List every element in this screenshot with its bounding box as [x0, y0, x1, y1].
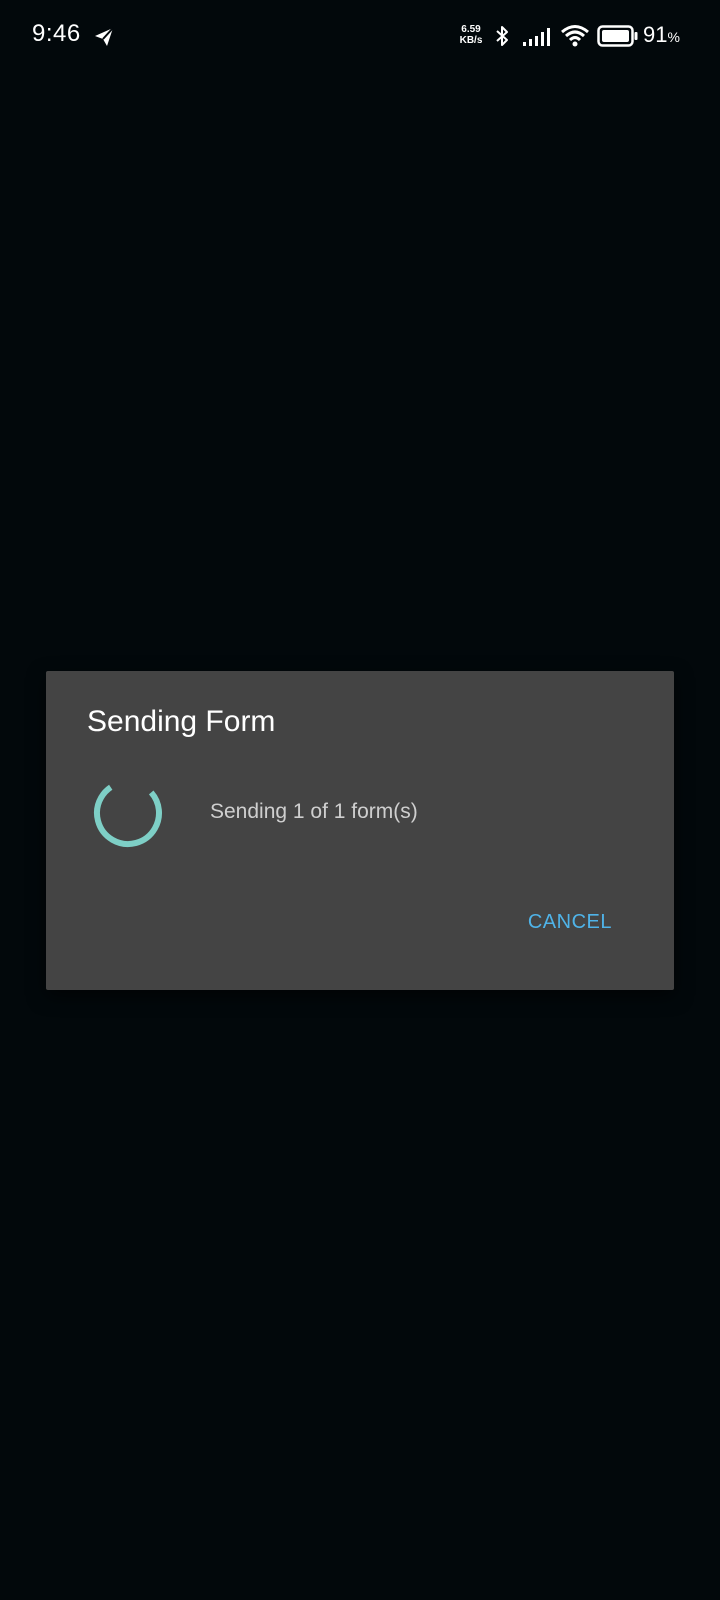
battery-icon	[597, 25, 638, 47]
dialog-title: Sending Form	[87, 705, 276, 738]
network-speed: 6.59 KB/s	[456, 24, 486, 46]
status-bar: 9:46 6.59 KB/s 91%	[0, 0, 720, 72]
signal-icon	[523, 28, 550, 46]
status-time: 9:46	[32, 20, 81, 47]
network-speed-unit: KB/s	[459, 35, 483, 46]
bluetooth-icon	[496, 26, 508, 46]
network-speed-value: 6.59	[461, 24, 481, 35]
telegram-icon	[95, 27, 114, 46]
battery-unit: %	[667, 29, 680, 45]
battery-percentage: 91%	[643, 22, 680, 48]
cancel-button[interactable]: CANCEL	[522, 905, 618, 940]
screen: 9:46 6.59 KB/s 91% Sending Form Sending …	[0, 0, 720, 1600]
loading-spinner-icon	[94, 779, 162, 847]
dialog-message: Sending 1 of 1 form(s)	[210, 800, 418, 823]
battery-level: 91	[643, 22, 668, 47]
sending-form-dialog: Sending Form Sending 1 of 1 form(s) CANC…	[46, 671, 674, 990]
wifi-icon	[561, 25, 589, 47]
